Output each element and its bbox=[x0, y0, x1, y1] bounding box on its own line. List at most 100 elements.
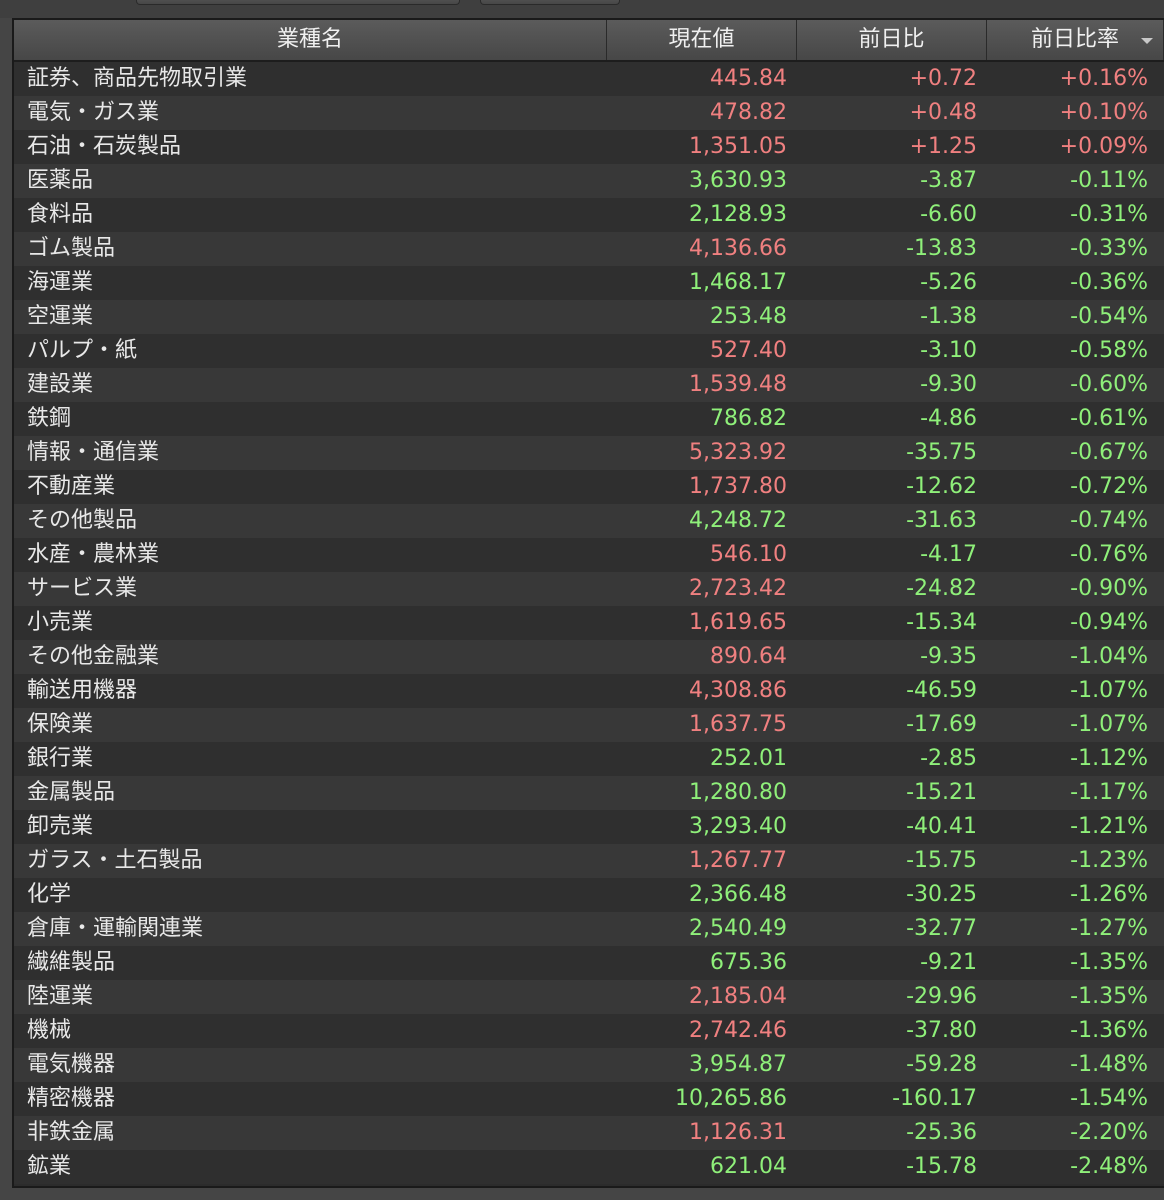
table-row[interactable]: 不動産業 1,737.80 -12.62 -0.72% bbox=[14, 470, 1164, 504]
table-row[interactable]: 医薬品 3,630.93 -3.87 -0.11% bbox=[14, 164, 1164, 198]
change-cell: -24.82 bbox=[906, 576, 977, 601]
sector-name-cell: 石油・石炭製品 bbox=[27, 134, 182, 159]
table-row[interactable]: 証券、商品先物取引業 445.84 +0.72 +0.16% bbox=[14, 62, 1164, 96]
change-pct-cell: -1.07% bbox=[1070, 678, 1148, 703]
price-cell: 675.36 bbox=[710, 950, 787, 975]
table-row[interactable]: 食料品 2,128.93 -6.60 -0.31% bbox=[14, 198, 1164, 232]
price-cell: 4,248.72 bbox=[689, 508, 787, 533]
table-row[interactable]: 銀行業 252.01 -2.85 -1.12% bbox=[14, 742, 1164, 776]
table-row[interactable]: 空運業 253.48 -1.38 -0.54% bbox=[14, 300, 1164, 334]
table-row[interactable]: 情報・通信業 5,323.92 -35.75 -0.67% bbox=[14, 436, 1164, 470]
table-row[interactable]: 水産・農林業 546.10 -4.17 -0.76% bbox=[14, 538, 1164, 572]
sector-name-cell: 情報・通信業 bbox=[27, 440, 160, 465]
change-cell: +0.48 bbox=[909, 100, 977, 125]
table-row[interactable]: 非鉄金属 1,126.31 -25.36 -2.20% bbox=[14, 1116, 1164, 1150]
change-pct-cell: -0.74% bbox=[1070, 508, 1148, 533]
column-header-name[interactable]: 業種名 bbox=[14, 20, 607, 60]
table-row[interactable]: 卸売業 3,293.40 -40.41 -1.21% bbox=[14, 810, 1164, 844]
price-cell: 2,540.49 bbox=[689, 916, 787, 941]
price-cell: 1,737.80 bbox=[689, 474, 787, 499]
change-pct-cell: -0.61% bbox=[1070, 406, 1148, 431]
change-pct-cell: -0.58% bbox=[1070, 338, 1148, 363]
table-row[interactable]: 電気機器 3,954.87 -59.28 -1.48% bbox=[14, 1048, 1164, 1082]
column-header-change[interactable]: 前日比 bbox=[797, 20, 987, 60]
price-cell: 2,366.48 bbox=[689, 882, 787, 907]
sector-name-cell: 空運業 bbox=[27, 304, 94, 329]
sector-name-cell: 金属製品 bbox=[27, 780, 116, 805]
sector-name-cell: 機械 bbox=[27, 1018, 72, 1043]
change-cell: -15.21 bbox=[906, 780, 977, 805]
sector-name-cell: パルプ・紙 bbox=[27, 338, 138, 363]
price-cell: 1,280.80 bbox=[689, 780, 787, 805]
table-row[interactable]: ゴム製品 4,136.66 -13.83 -0.33% bbox=[14, 232, 1164, 266]
sector-name-cell: 輸送用機器 bbox=[27, 678, 138, 703]
table-row[interactable]: サービス業 2,723.42 -24.82 -0.90% bbox=[14, 572, 1164, 606]
change-cell: -1.38 bbox=[920, 304, 977, 329]
sector-name-cell: 証券、商品先物取引業 bbox=[27, 66, 248, 91]
table-row[interactable]: 電気・ガス業 478.82 +0.48 +0.10% bbox=[14, 96, 1164, 130]
price-cell: 1,539.48 bbox=[689, 372, 787, 397]
table-row[interactable]: その他金融業 890.64 -9.35 -1.04% bbox=[14, 640, 1164, 674]
change-cell: -6.60 bbox=[920, 202, 977, 227]
price-cell: 4,136.66 bbox=[689, 236, 787, 261]
column-header-change-pct[interactable]: 前日比率 bbox=[987, 20, 1164, 60]
change-cell: -15.34 bbox=[906, 610, 977, 635]
change-cell: +0.72 bbox=[909, 66, 977, 91]
price-cell: 621.04 bbox=[710, 1154, 787, 1179]
table-header: 業種名 現在値 前日比 前日比率 bbox=[14, 20, 1164, 62]
table-row[interactable]: 機械 2,742.46 -37.80 -1.36% bbox=[14, 1014, 1164, 1048]
table-row[interactable]: 陸運業 2,185.04 -29.96 -1.35% bbox=[14, 980, 1164, 1014]
sector-name-cell: 不動産業 bbox=[27, 474, 116, 499]
column-header-price-label: 現在値 bbox=[668, 27, 735, 52]
table-row[interactable]: 石油・石炭製品 1,351.05 +1.25 +0.09% bbox=[14, 130, 1164, 164]
table-row[interactable]: 鉱業 621.04 -15.78 -2.48% bbox=[14, 1150, 1164, 1184]
change-pct-cell: -1.21% bbox=[1070, 814, 1148, 839]
column-header-price[interactable]: 現在値 bbox=[607, 20, 797, 60]
table-row[interactable]: パルプ・紙 527.40 -3.10 -0.58% bbox=[14, 334, 1164, 368]
change-cell: -2.85 bbox=[920, 746, 977, 771]
sector-table: 業種名 現在値 前日比 前日比率 証券、商品先物取引業 445.84 +0.72 +0… bbox=[12, 18, 1164, 1188]
change-pct-cell: -1.35% bbox=[1070, 950, 1148, 975]
table-row[interactable]: 倉庫・運輸関連業 2,540.49 -32.77 -1.27% bbox=[14, 912, 1164, 946]
change-pct-cell: -1.27% bbox=[1070, 916, 1148, 941]
price-cell: 1,126.31 bbox=[689, 1120, 787, 1145]
change-pct-cell: -0.31% bbox=[1070, 202, 1148, 227]
table-row[interactable]: 輸送用機器 4,308.86 -46.59 -1.07% bbox=[14, 674, 1164, 708]
price-cell: 5,323.92 bbox=[689, 440, 787, 465]
price-cell: 890.64 bbox=[710, 644, 787, 669]
change-pct-cell: -2.48% bbox=[1070, 1154, 1148, 1179]
change-pct-cell: -1.04% bbox=[1070, 644, 1148, 669]
sector-name-cell: 倉庫・運輸関連業 bbox=[27, 916, 204, 941]
change-cell: -29.96 bbox=[906, 984, 977, 1009]
column-header-change-pct-label: 前日比率 bbox=[1030, 27, 1119, 52]
table-row[interactable]: 建設業 1,539.48 -9.30 -0.60% bbox=[14, 368, 1164, 402]
toolbar-button-right[interactable] bbox=[480, 0, 620, 5]
table-row[interactable]: 海運業 1,468.17 -5.26 -0.36% bbox=[14, 266, 1164, 300]
table-row[interactable]: 精密機器 10,265.86 -160.17 -1.54% bbox=[14, 1082, 1164, 1116]
sector-name-cell: ゴム製品 bbox=[27, 236, 116, 261]
table-row[interactable]: 小売業 1,619.65 -15.34 -0.94% bbox=[14, 606, 1164, 640]
change-cell: -31.63 bbox=[906, 508, 977, 533]
sector-name-cell: 食料品 bbox=[27, 202, 94, 227]
sector-name-cell: 保険業 bbox=[27, 712, 94, 737]
table-row[interactable]: その他製品 4,248.72 -31.63 -0.74% bbox=[14, 504, 1164, 538]
table-row[interactable]: ガラス・土石製品 1,267.77 -15.75 -1.23% bbox=[14, 844, 1164, 878]
table-row[interactable]: 保険業 1,637.75 -17.69 -1.07% bbox=[14, 708, 1164, 742]
price-cell: 478.82 bbox=[710, 100, 787, 125]
table-row[interactable]: 繊維製品 675.36 -9.21 -1.35% bbox=[14, 946, 1164, 980]
price-cell: 1,619.65 bbox=[689, 610, 787, 635]
change-pct-cell: -1.36% bbox=[1070, 1018, 1148, 1043]
price-cell: 253.48 bbox=[710, 304, 787, 329]
sector-name-cell: 電気・ガス業 bbox=[27, 100, 160, 125]
change-cell: -9.21 bbox=[920, 950, 977, 975]
table-row[interactable]: 鉄鋼 786.82 -4.86 -0.61% bbox=[14, 402, 1164, 436]
toolbar-button-left[interactable] bbox=[136, 0, 460, 5]
price-cell: 3,630.93 bbox=[689, 168, 787, 193]
table-row[interactable]: 金属製品 1,280.80 -15.21 -1.17% bbox=[14, 776, 1164, 810]
change-cell: -160.17 bbox=[892, 1086, 977, 1111]
change-pct-cell: -1.07% bbox=[1070, 712, 1148, 737]
price-cell: 546.10 bbox=[710, 542, 787, 567]
table-row[interactable]: 化学 2,366.48 -30.25 -1.26% bbox=[14, 878, 1164, 912]
sector-name-cell: その他金融業 bbox=[27, 644, 160, 669]
sector-name-cell: 建設業 bbox=[27, 372, 94, 397]
